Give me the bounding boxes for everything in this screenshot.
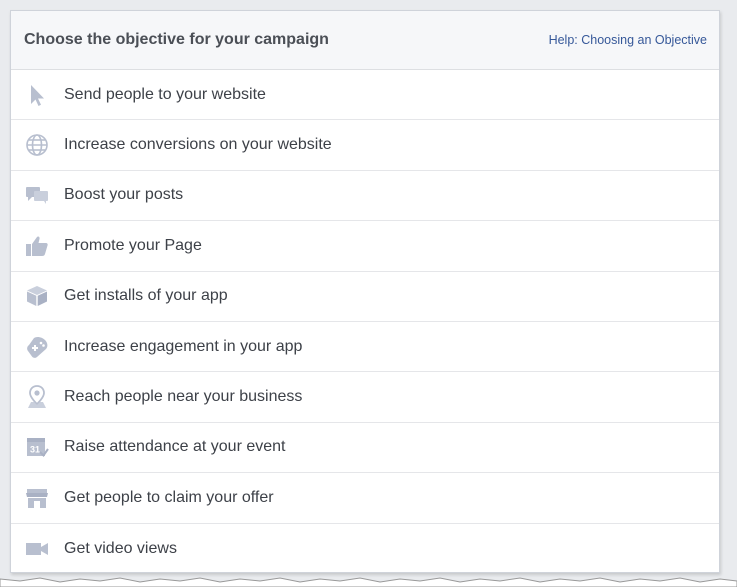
globe-icon [24, 132, 50, 158]
storefront-icon [24, 485, 50, 511]
objective-item-conversions[interactable]: Increase conversions on your website [11, 120, 719, 171]
map-pin-icon [24, 384, 50, 410]
objective-item-offer-claims[interactable]: Get people to claim your offer [11, 473, 719, 524]
panel-title: Choose the objective for your campaign [24, 31, 329, 48]
objective-item-website-clicks[interactable]: Send people to your website [11, 70, 719, 121]
objective-item-promote-page[interactable]: Promote your Page [11, 221, 719, 272]
objective-item-app-engagement[interactable]: Increase engagement in your app [11, 322, 719, 373]
objective-label: Get video views [64, 539, 177, 557]
thumbs-up-icon [24, 233, 50, 259]
panel-header: Choose the objective for your campaign H… [11, 11, 719, 70]
objective-item-event-responses[interactable]: 31 Raise attendance at your event [11, 423, 719, 474]
objective-item-video-views[interactable]: Get video views [11, 524, 719, 574]
objective-label: Increase engagement in your app [64, 337, 303, 355]
objective-item-local-awareness[interactable]: Reach people near your business [11, 372, 719, 423]
objective-label: Send people to your website [64, 85, 266, 103]
objective-item-boost-posts[interactable]: Boost your posts [11, 171, 719, 222]
objective-label: Reach people near your business [64, 388, 303, 406]
objective-label: Raise attendance at your event [64, 438, 286, 456]
objective-label: Boost your posts [64, 186, 184, 204]
torn-edge-bottom [0, 577, 737, 587]
box-icon [24, 283, 50, 309]
objective-label: Get installs of your app [64, 287, 228, 305]
page-background: Choose the objective for your campaign H… [0, 0, 737, 587]
objective-list: Send people to your website Increase con… [11, 70, 719, 574]
svg-text:31: 31 [30, 445, 40, 455]
objective-label: Increase conversions on your website [64, 136, 332, 154]
objective-label: Get people to claim your offer [64, 488, 274, 506]
gamepad-icon [24, 334, 50, 360]
objective-item-app-installs[interactable]: Get installs of your app [11, 272, 719, 322]
speech-bubbles-icon [24, 182, 50, 208]
calendar-icon: 31 [24, 434, 50, 460]
objective-label: Promote your Page [64, 236, 202, 254]
cursor-icon [24, 82, 50, 108]
help-link[interactable]: Help: Choosing an Objective [549, 33, 707, 47]
video-camera-icon [24, 536, 50, 562]
objective-panel: Choose the objective for your campaign H… [10, 10, 720, 573]
